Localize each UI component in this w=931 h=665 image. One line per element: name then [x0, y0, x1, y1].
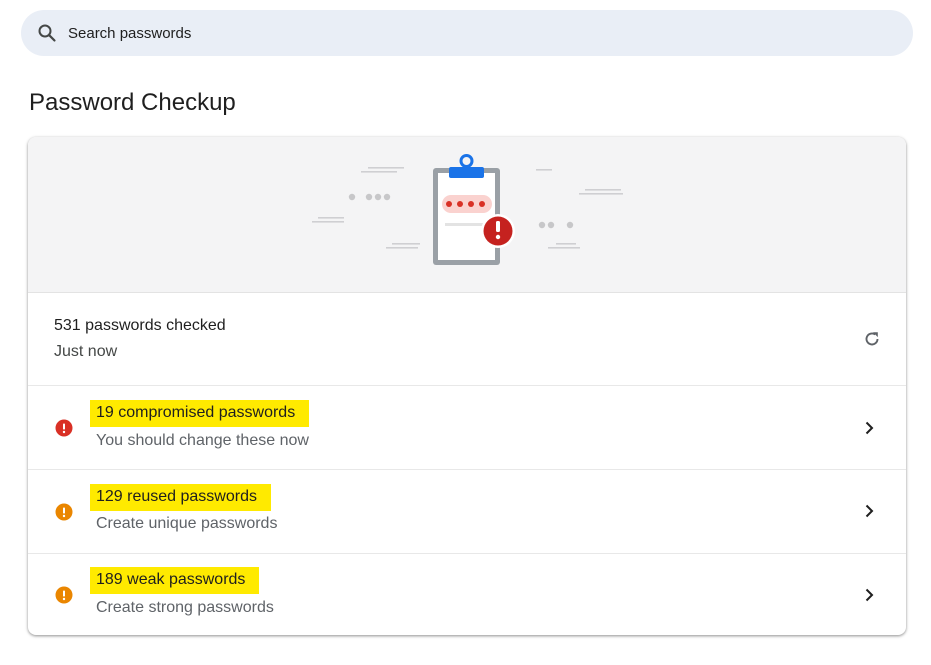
- chevron-right-icon[interactable]: [861, 420, 877, 436]
- chevron-right-icon[interactable]: [861, 503, 877, 519]
- compromised-passwords-row[interactable]: 19 compromised passwords You should chan…: [28, 386, 906, 470]
- warning-icon: [55, 586, 73, 604]
- search-input[interactable]: [66, 23, 890, 43]
- clipboard-illustration: [312, 154, 623, 265]
- reused-passwords-subtitle: Create unique passwords: [96, 515, 278, 532]
- reused-passwords-title: 129 reused passwords: [90, 484, 271, 511]
- warning-icon: [55, 503, 73, 521]
- compromised-passwords-title: 19 compromised passwords: [90, 400, 310, 427]
- search-bar[interactable]: [21, 10, 913, 56]
- error-icon: [55, 419, 73, 437]
- search-icon: [37, 23, 57, 43]
- compromised-passwords-subtitle: You should change these now: [96, 432, 309, 449]
- summary-row: 531 passwords checked Just now: [28, 293, 906, 386]
- weak-passwords-title: 189 weak passwords: [90, 567, 260, 594]
- refresh-icon[interactable]: [862, 329, 882, 349]
- page-title: Password Checkup: [29, 89, 236, 116]
- last-checked-time: Just now: [54, 343, 118, 360]
- weak-passwords-row[interactable]: 189 weak passwords Create strong passwor…: [28, 554, 906, 635]
- passwords-checked-count: 531 passwords checked: [54, 317, 226, 334]
- weak-passwords-subtitle: Create strong passwords: [96, 599, 274, 616]
- reused-passwords-row[interactable]: 129 reused passwords Create unique passw…: [28, 470, 906, 554]
- password-checkup-card: 531 passwords checked Just now 19 compro…: [28, 137, 906, 635]
- checkup-illustration: [28, 137, 906, 293]
- chevron-right-icon[interactable]: [861, 587, 877, 603]
